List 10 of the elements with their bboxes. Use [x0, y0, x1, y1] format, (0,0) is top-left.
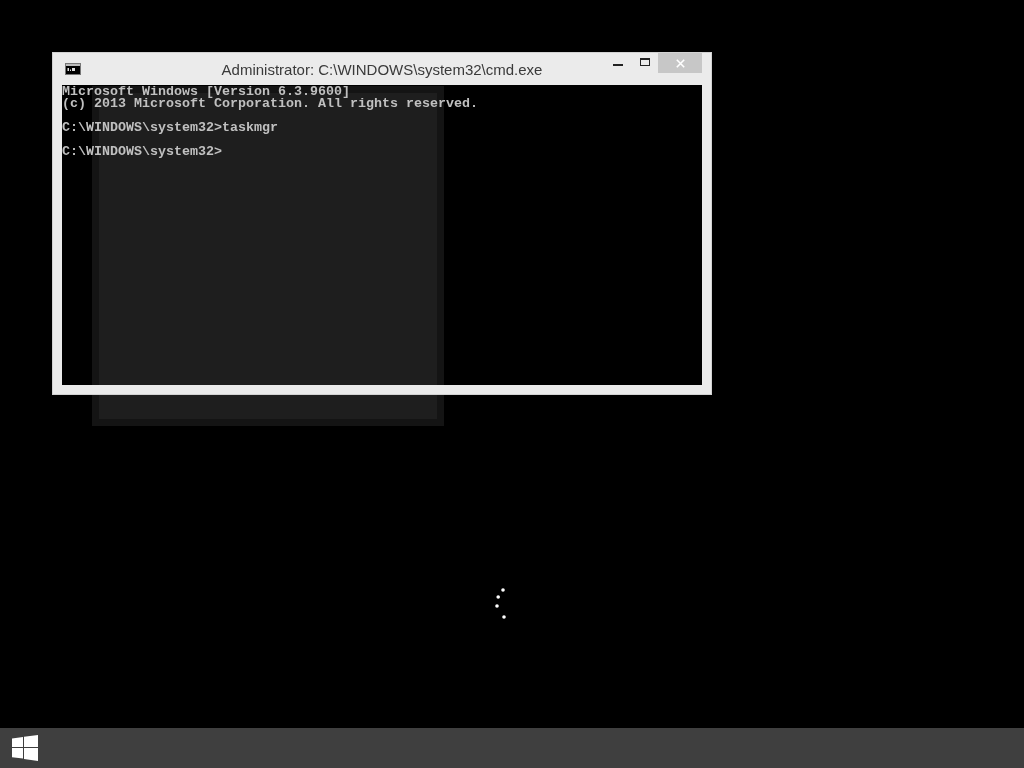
minimize-icon: [613, 64, 623, 66]
console-icon: [65, 63, 81, 75]
maximize-icon: [639, 57, 650, 66]
console-text-line: C:\WINDOWS\system32>: [62, 146, 223, 158]
console-text-line: C:\WINDOWS\system32>taskmgr: [62, 122, 279, 134]
console-text-line: (c) 2013 Microsoft Corporation. All rights reserved.: [62, 98, 479, 110]
windows-logo-icon: [12, 735, 38, 761]
console-text-line: Microsoft Windows [Version 6.3.9600]: [62, 86, 351, 98]
window-title: Administrator: C:\WINDOWS\system32\cmd.exe: [221, 61, 543, 78]
close-icon: [675, 58, 685, 68]
